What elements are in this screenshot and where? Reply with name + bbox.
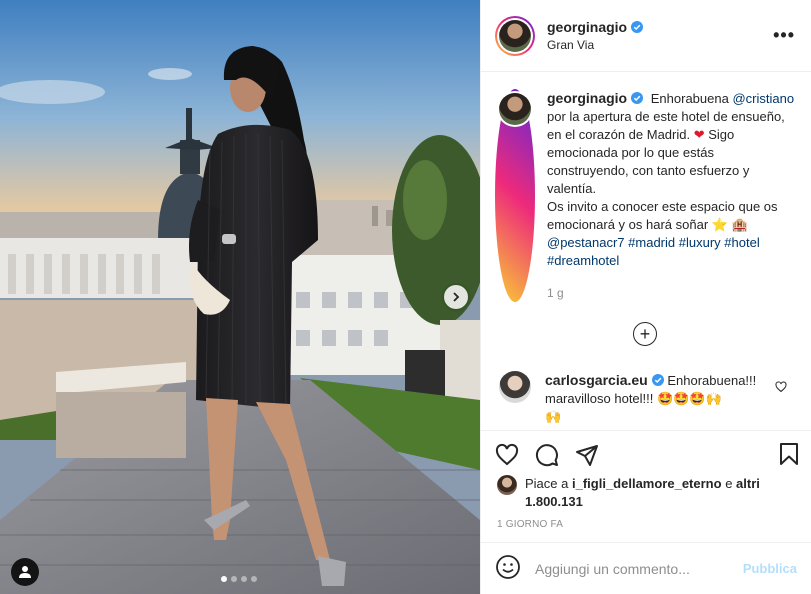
star-emoji: ⭐ bbox=[711, 217, 728, 232]
post-date[interactable]: 1 giorno fa bbox=[481, 519, 811, 530]
author-avatar[interactable] bbox=[495, 15, 535, 56]
heart-outline-icon[interactable] bbox=[775, 381, 787, 393]
post-media[interactable] bbox=[0, 0, 480, 594]
comment-input[interactable] bbox=[535, 560, 743, 577]
paper-plane-icon[interactable] bbox=[575, 443, 599, 467]
heart-emoji: ❤ bbox=[693, 127, 705, 142]
load-more-comments-button[interactable]: + bbox=[495, 322, 795, 346]
post-location[interactable]: Gran Via bbox=[547, 38, 773, 52]
comment-overflow-emoji: 🙌 bbox=[545, 409, 562, 424]
hashtag-link[interactable]: #madrid bbox=[628, 235, 675, 250]
emoji-picker-button[interactable] bbox=[495, 554, 521, 583]
heart-icon[interactable] bbox=[495, 443, 519, 467]
comment-item: carlosgarcia.eu Enhorabuena!!! maravillo… bbox=[495, 371, 795, 426]
hashtag-link[interactable]: #hotel bbox=[724, 235, 759, 250]
post-header: georginagio Gran Via ••• bbox=[481, 0, 811, 72]
tagged-users-button[interactable] bbox=[11, 558, 39, 586]
post-caption: georginagio Enhorabuena @cristiano por l… bbox=[495, 89, 795, 302]
user-icon bbox=[19, 566, 31, 578]
add-comment-bar: Pubblica bbox=[481, 542, 811, 594]
verified-badge-icon bbox=[631, 21, 644, 33]
carousel-dot bbox=[221, 576, 227, 582]
commenter-avatar[interactable] bbox=[499, 371, 531, 403]
liker-avatar[interactable] bbox=[497, 475, 517, 495]
author-username-row[interactable]: georginagio bbox=[547, 19, 644, 35]
plus-circle-icon: + bbox=[633, 322, 657, 346]
smiley-icon bbox=[496, 555, 520, 579]
author-username[interactable]: georginagio bbox=[547, 19, 627, 35]
comments-section: georginagio Enhorabuena @cristiano por l… bbox=[481, 73, 811, 430]
carousel-indicator bbox=[221, 576, 257, 582]
carousel-dot bbox=[251, 576, 257, 582]
more-options-icon[interactable]: ••• bbox=[773, 25, 795, 46]
verified-badge-icon bbox=[651, 374, 664, 386]
carousel-dot bbox=[241, 576, 247, 582]
mention-link-2[interactable]: @pestanacr7 bbox=[547, 235, 625, 250]
likes-conjunction: e bbox=[725, 476, 733, 491]
instagram-post: georginagio Gran Via ••• georginagio Enh… bbox=[0, 0, 811, 594]
liker-username[interactable]: i_figli_dellamore_eterno bbox=[572, 476, 722, 491]
caption-time[interactable]: 1 g bbox=[547, 284, 795, 302]
carousel-dot bbox=[231, 576, 237, 582]
caption-username[interactable]: georginagio bbox=[547, 89, 627, 107]
hashtag-link[interactable]: #luxury bbox=[679, 235, 721, 250]
caption-author-avatar[interactable] bbox=[495, 89, 535, 302]
caption-text: georginagio Enhorabuena @cristiano por l… bbox=[547, 89, 795, 302]
carousel-next-button[interactable] bbox=[444, 285, 468, 309]
comment-text: carlosgarcia.eu Enhorabuena!!! maravillo… bbox=[545, 371, 775, 426]
mention-link[interactable]: @cristiano bbox=[732, 91, 794, 106]
action-bar bbox=[481, 431, 811, 479]
commenter-username[interactable]: carlosgarcia.eu bbox=[545, 371, 648, 389]
post-photo bbox=[0, 0, 480, 594]
chevron-right-icon bbox=[453, 292, 460, 302]
post-side-panel: georginagio Gran Via ••• georginagio Enh… bbox=[480, 0, 811, 594]
post-comment-button[interactable]: Pubblica bbox=[743, 561, 797, 576]
likes-summary: Piace a i_figli_dellamore_eterno e altri… bbox=[481, 475, 811, 511]
post-actions-area: Piace a i_figli_dellamore_eterno e altri… bbox=[481, 430, 811, 530]
hotel-emoji: 🏨 bbox=[731, 217, 748, 232]
comment-icon[interactable] bbox=[535, 443, 559, 467]
bookmark-icon[interactable] bbox=[777, 442, 801, 466]
likes-prefix: Piace a bbox=[525, 476, 569, 491]
caption-text-start: Enhorabuena bbox=[650, 91, 729, 106]
hashtag-link[interactable]: #dreamhotel bbox=[547, 253, 619, 268]
verified-badge-icon bbox=[631, 92, 644, 104]
caption-text-line: por la apertura de este hotel de ensueño… bbox=[547, 109, 785, 142]
